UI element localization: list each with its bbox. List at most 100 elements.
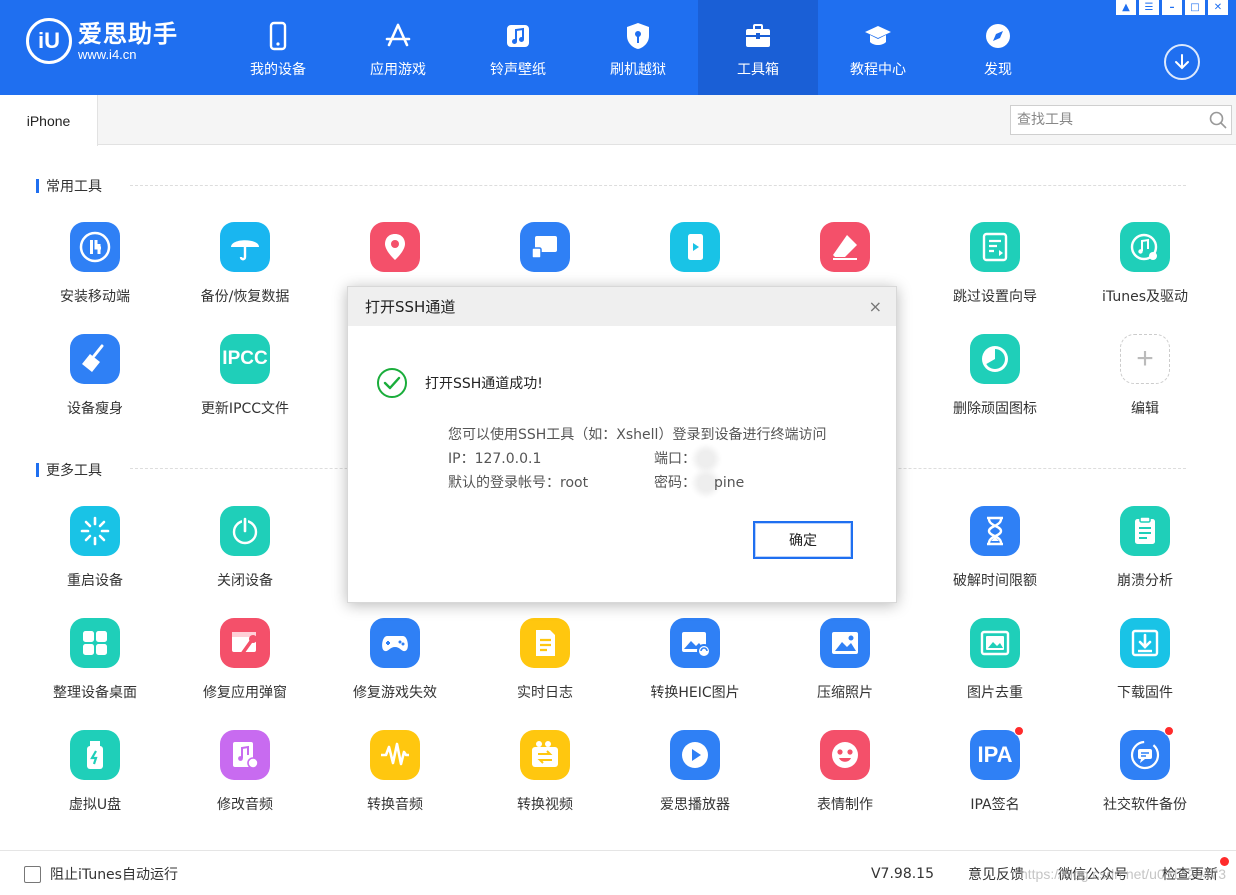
shirt-icon[interactable]: ▲ (1116, 0, 1136, 15)
top-header: iU 爱思助手 www.i4.cn 我的设备 应用游戏 铃声壁纸 刷机越狱 工具… (0, 0, 1236, 95)
tool-label: 下载固件 (1117, 685, 1173, 701)
nav-discover[interactable]: 发现 (938, 0, 1058, 95)
tool-i4-logo[interactable]: 安装移动端 (20, 218, 170, 330)
logo-url: www.i4.cn (78, 47, 137, 62)
nav-my-device[interactable]: 我的设备 (218, 0, 338, 95)
nav-toolbox[interactable]: 工具箱 (698, 0, 818, 95)
watermark: https://blog.csdn.net/u011426473 (1019, 866, 1226, 882)
tool-label: 跳过设置向导 (953, 289, 1037, 305)
ssh-hint: 您可以使用SSH工具（如：Xshell）登录到设备进行终端访问 (448, 427, 827, 443)
tool-hourglass[interactable]: 破解时间限额 (920, 502, 1070, 614)
dialog-close-icon[interactable]: × (869, 297, 882, 316)
nav-label: 发现 (984, 61, 1012, 78)
redacted-port (698, 451, 714, 467)
dialog-title: 打开SSH通道 (365, 298, 456, 316)
minimize-icon[interactable]: – (1162, 0, 1182, 15)
tool-gamepad[interactable]: 修复游戏失效 (320, 614, 470, 726)
phone-screen-icon (670, 222, 720, 272)
device-tab-bar: iPhone (0, 95, 1236, 146)
tool-power[interactable]: 关闭设备 (170, 502, 320, 614)
nav-label: 教程中心 (850, 61, 906, 78)
ok-button[interactable]: 确定 (753, 521, 853, 559)
nav-apps-games[interactable]: 应用游戏 (338, 0, 458, 95)
tool-ipa[interactable]: IPA IPA签名 (920, 726, 1070, 838)
update-badge (1220, 857, 1229, 866)
tool-report[interactable]: 崩溃分析 (1070, 502, 1220, 614)
ipa-icon: IPA (970, 730, 1020, 780)
nav-tutorials[interactable]: 教程中心 (818, 0, 938, 95)
search-input[interactable] (1011, 106, 1205, 134)
shield-key-icon (627, 22, 649, 49)
ssh-info: 您可以使用SSH工具（如：Xshell）登录到设备进行终端访问 IP：127.0… (448, 423, 826, 495)
nav-ringtones[interactable]: 铃声壁纸 (458, 0, 578, 95)
tool-label: 社交软件备份 (1103, 797, 1187, 813)
tool-download-firmware[interactable]: 下载固件 (1070, 614, 1220, 726)
tool-dedupe-photo[interactable]: 图片去重 (920, 614, 1070, 726)
tool-ipcc[interactable]: IPCC 更新IPCC文件 (170, 330, 320, 442)
tool-log[interactable]: 实时日志 (470, 614, 620, 726)
tool-label: 整理设备桌面 (53, 685, 137, 701)
dedupe-photo-icon (970, 618, 1020, 668)
power-icon (220, 506, 270, 556)
tool-label: 崩溃分析 (1117, 573, 1173, 589)
section-title-more: 更多工具 (36, 460, 102, 480)
tool-broom[interactable]: 设备瘦身 (20, 330, 170, 442)
menu-icon[interactable]: ☰ (1139, 0, 1159, 15)
tool-video-convert[interactable]: 转换视频 (470, 726, 620, 838)
audio-edit-icon (220, 730, 270, 780)
download-manager-button[interactable] (1164, 44, 1200, 80)
section-title-common: 常用工具 (36, 176, 102, 196)
feedback-link[interactable]: 意见反馈 (968, 864, 1024, 884)
logo-name: 爱思助手 (78, 20, 178, 48)
ip-value: IP：127.0.0.1 (448, 451, 542, 467)
emoji-icon (820, 730, 870, 780)
tool-waveform[interactable]: 转换音频 (320, 726, 470, 838)
eraser-icon (820, 222, 870, 272)
block-itunes-toggle[interactable]: 阻止iTunes自动运行 (24, 864, 178, 884)
tool-label: 安装移动端 (60, 289, 130, 305)
success-check-icon (377, 368, 407, 398)
nav-flash-jailbreak[interactable]: 刷机越狱 (578, 0, 698, 95)
tool-emoji[interactable]: 表情制作 (770, 726, 920, 838)
download-firmware-icon (1120, 618, 1170, 668)
tool-photo[interactable]: 压缩照片 (770, 614, 920, 726)
search-icon[interactable] (1205, 106, 1231, 134)
redacted-password (698, 475, 714, 491)
tool-label: 更新IPCC文件 (200, 401, 290, 417)
maximize-icon[interactable]: □ (1185, 0, 1205, 15)
new-badge (1014, 726, 1024, 736)
window-controls: ▲ ☰ – □ ✕ (1116, 0, 1228, 15)
checkbox-label: 阻止iTunes自动运行 (50, 867, 178, 883)
checkbox[interactable] (24, 865, 41, 883)
play-icon (670, 730, 720, 780)
tool-play[interactable]: 爱思播放器 (620, 726, 770, 838)
app-logo: iU 爱思助手 www.i4.cn (26, 18, 178, 64)
password-label: 密码： (654, 475, 696, 491)
tool-umbrella[interactable]: 备份/恢复数据 (170, 218, 320, 330)
tool-wrench[interactable]: 修复应用弹窗 (170, 614, 320, 726)
tool-label: 关闭设备 (217, 573, 273, 589)
tool-label: IPA签名 (970, 797, 1020, 813)
add-icon: + (1120, 334, 1170, 384)
tool-label: 虚拟U盘 (68, 797, 122, 813)
tab-iphone[interactable]: iPhone (0, 95, 98, 146)
tool-heic-convert[interactable]: 转换HEIC图片 (620, 614, 770, 726)
report-icon (1120, 506, 1170, 556)
account-value: 默认的登录帐号：root (448, 475, 589, 491)
tool-label: 重启设备 (67, 573, 123, 589)
close-icon[interactable]: ✕ (1208, 0, 1228, 15)
tool-itunes[interactable]: iTunes及驱动 (1070, 218, 1220, 330)
tool-add[interactable]: + 编辑 (1070, 330, 1220, 442)
ipcc-icon: IPCC (220, 334, 270, 384)
i4-logo-icon (70, 222, 120, 272)
tool-chat-backup[interactable]: 社交软件备份 (1070, 726, 1220, 838)
tool-restart[interactable]: 重启设备 (20, 502, 170, 614)
tool-skip-setup[interactable]: 跳过设置向导 (920, 218, 1070, 330)
tool-usb-drive[interactable]: 虚拟U盘 (20, 726, 170, 838)
tool-label: 设备瘦身 (67, 401, 123, 417)
tool-label: 实时日志 (517, 685, 573, 701)
tool-grid[interactable]: 整理设备桌面 (20, 614, 170, 726)
tool-audio-edit[interactable]: 修改音频 (170, 726, 320, 838)
tool-pie-clock[interactable]: 删除顽固图标 (920, 330, 1070, 442)
nav-label: 刷机越狱 (610, 61, 666, 78)
